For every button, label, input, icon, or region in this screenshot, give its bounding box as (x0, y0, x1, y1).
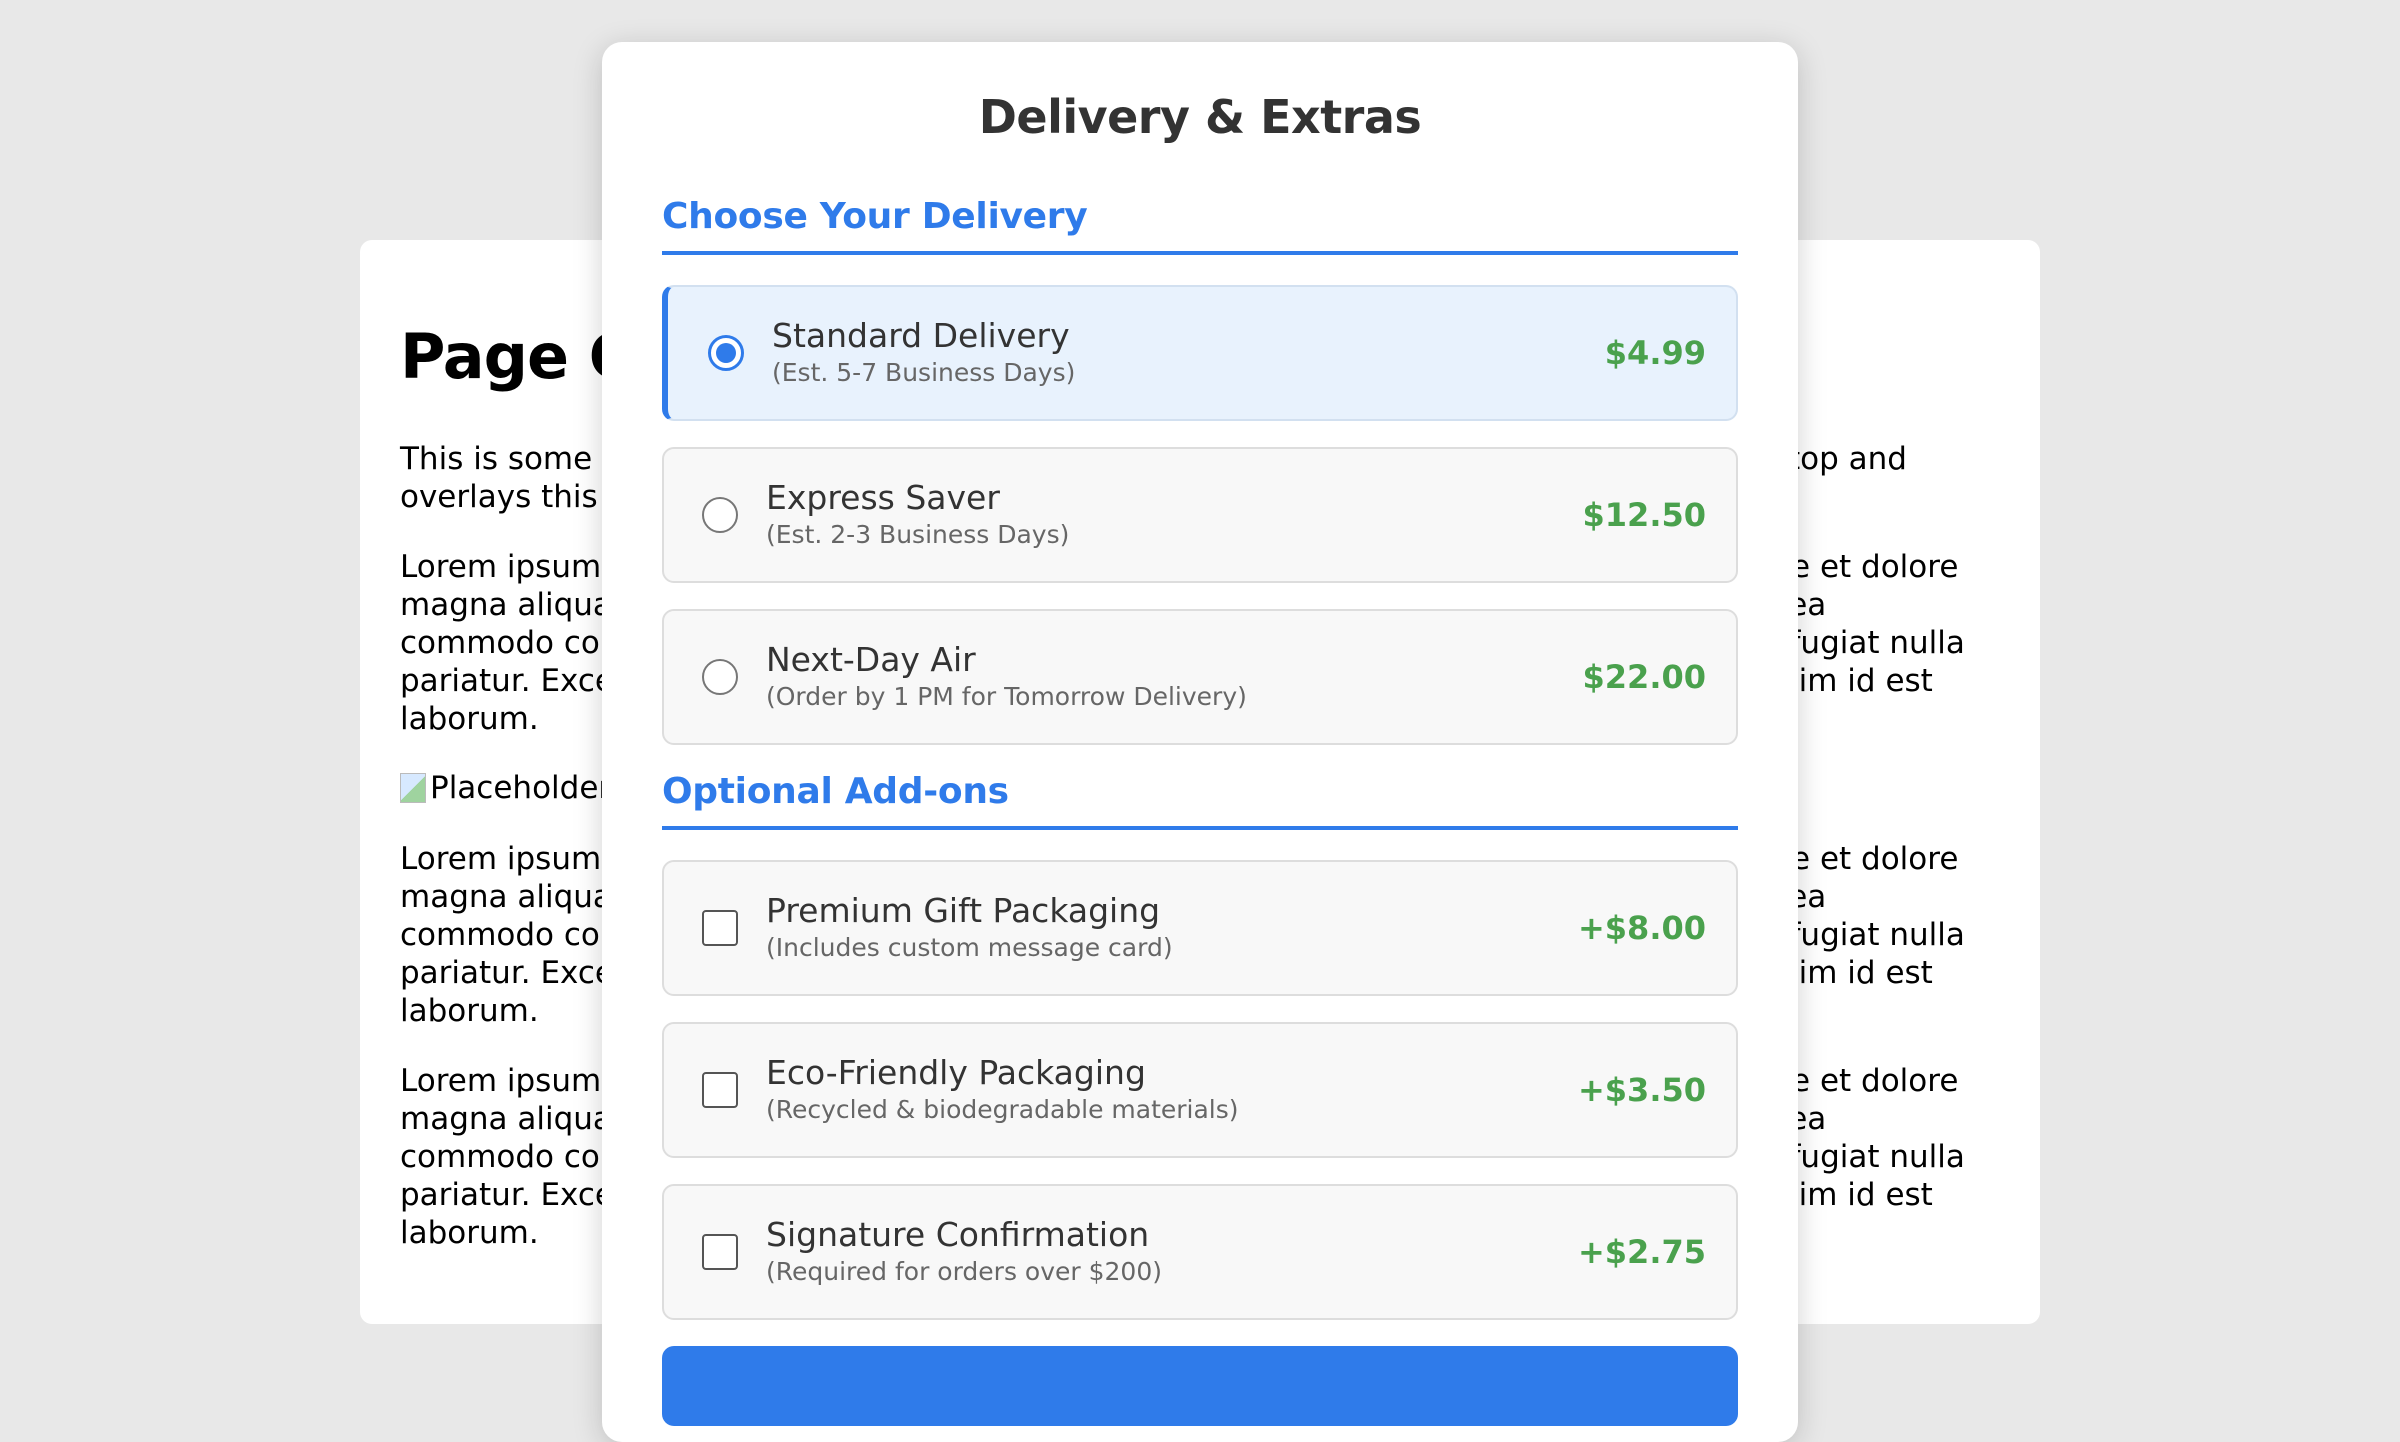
addon-signature-confirmation[interactable]: Signature Confirmation (Required for ord… (662, 1184, 1738, 1320)
background-lorem-right: ore et dolore x ea u fugiat nulla anim i… (1760, 1063, 1965, 1213)
addon-name: Premium Gift Packaging (766, 891, 1161, 930)
addon-name: Signature Confirmation (766, 1215, 1150, 1254)
background-intro-right: top and (1788, 441, 1907, 477)
delivery-option-standard[interactable]: Standard Delivery (Est. 5-7 Business Day… (662, 285, 1738, 421)
delivery-option-name: Standard Delivery (772, 316, 1070, 355)
addon-price: +$2.75 (1577, 1233, 1706, 1271)
delivery-option-estimate: (Order by 1 PM for Tomorrow Delivery) (766, 682, 1247, 711)
background-page-title: Page C (400, 320, 634, 393)
addons-section-heading: Optional Add-ons (662, 771, 1738, 830)
delivery-option-name: Express Saver (766, 478, 1000, 517)
addon-description: (Includes custom message card) (766, 933, 1173, 962)
addon-price: +$8.00 (1577, 909, 1706, 947)
placeholder-image-alt-text: Placeholder (430, 770, 612, 806)
radio-button-selected[interactable] (708, 335, 744, 371)
addon-gift-packaging[interactable]: Premium Gift Packaging (Includes custom … (662, 860, 1738, 996)
radio-button[interactable] (702, 659, 738, 695)
addon-checkbox[interactable] (702, 910, 738, 946)
delivery-option-price: $22.00 (1582, 658, 1706, 696)
addon-price: +$3.50 (1577, 1071, 1706, 1109)
delivery-option-name: Next-Day Air (766, 640, 976, 679)
radio-button[interactable] (702, 497, 738, 533)
background-lorem-right: ore et dolore x ea u fugiat nulla anim i… (1760, 549, 1965, 699)
background-lorem-right: ore et dolore x ea u fugiat nulla anim i… (1760, 841, 1965, 991)
broken-image-icon (400, 773, 426, 803)
addon-checkbox[interactable] (702, 1234, 738, 1270)
addon-eco-packaging[interactable]: Eco-Friendly Packaging (Recycled & biode… (662, 1022, 1738, 1158)
addons-list: Premium Gift Packaging (Includes custom … (662, 860, 1738, 1320)
addon-description: (Required for orders over $200) (766, 1257, 1162, 1286)
delivery-option-price: $4.99 (1604, 334, 1706, 372)
modal-title: Delivery & Extras (978, 90, 1422, 144)
delivery-section-heading: Choose Your Delivery (662, 196, 1738, 255)
addon-description: (Recycled & biodegradable materials) (766, 1095, 1239, 1124)
delivery-option-express[interactable]: Express Saver (Est. 2-3 Business Days) $… (662, 447, 1738, 583)
delivery-extras-modal: Delivery & Extras Choose Your Delivery S… (602, 42, 1798, 1442)
delivery-option-price: $12.50 (1582, 496, 1706, 534)
delivery-option-next-day[interactable]: Next-Day Air (Order by 1 PM for Tomorrow… (662, 609, 1738, 745)
continue-button[interactable] (662, 1346, 1738, 1426)
delivery-options-list: Standard Delivery (Est. 5-7 Business Day… (662, 285, 1738, 745)
delivery-option-estimate: (Est. 2-3 Business Days) (766, 520, 1070, 549)
background-placeholder-image: Placeholder (400, 770, 611, 806)
addon-name: Eco-Friendly Packaging (766, 1053, 1146, 1092)
addon-checkbox[interactable] (702, 1072, 738, 1108)
delivery-option-estimate: (Est. 5-7 Business Days) (772, 358, 1076, 387)
